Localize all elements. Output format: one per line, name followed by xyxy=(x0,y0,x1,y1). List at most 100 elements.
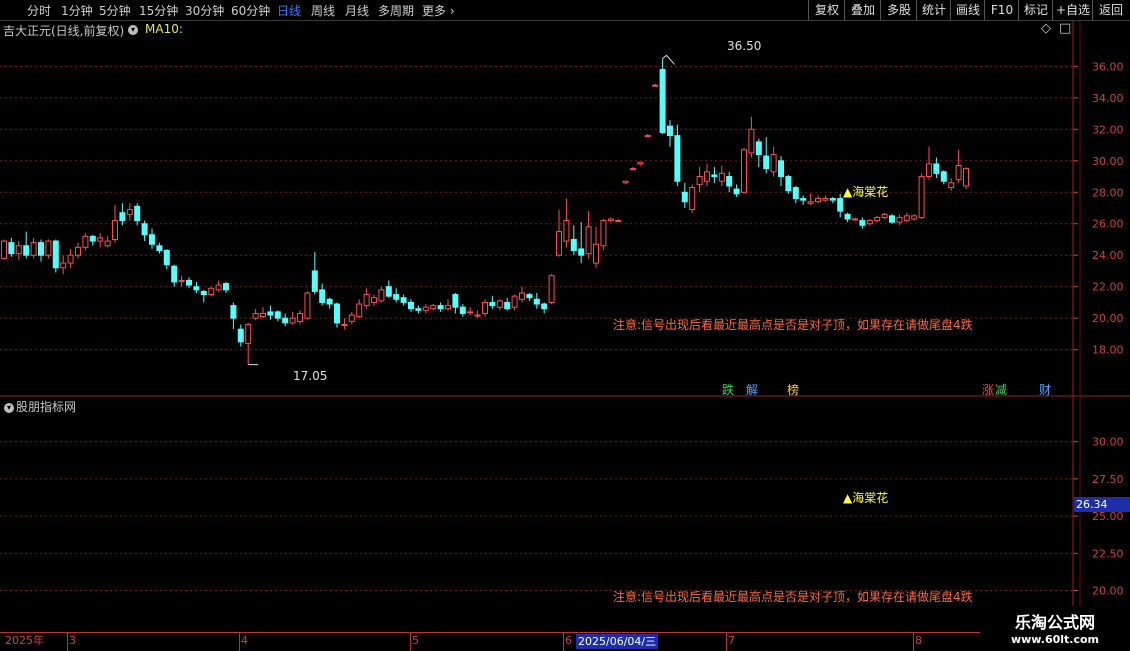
candle[interactable] xyxy=(593,226,599,268)
candle[interactable] xyxy=(955,149,962,183)
candle[interactable] xyxy=(134,203,141,226)
candle[interactable] xyxy=(541,302,548,314)
candle[interactable] xyxy=(778,156,784,186)
candle[interactable] xyxy=(260,307,266,319)
f10-button[interactable]: F10 xyxy=(984,0,1019,20)
candle[interactable] xyxy=(482,299,488,317)
candle[interactable] xyxy=(637,161,644,166)
candle[interactable] xyxy=(89,234,96,246)
candle[interactable] xyxy=(82,233,89,251)
candle[interactable] xyxy=(45,239,52,259)
multi-stock-button[interactable]: 多股 xyxy=(880,0,917,20)
candle[interactable] xyxy=(837,193,844,218)
candle[interactable] xyxy=(237,324,244,347)
candle[interactable] xyxy=(230,302,237,330)
candle[interactable] xyxy=(903,212,910,223)
candle[interactable] xyxy=(755,138,762,168)
candle[interactable] xyxy=(385,280,392,298)
candle[interactable] xyxy=(141,220,148,242)
candle[interactable] xyxy=(496,299,503,311)
candle[interactable] xyxy=(156,242,163,254)
candle[interactable] xyxy=(356,299,363,319)
candle[interactable] xyxy=(15,241,22,260)
mark-button[interactable]: 标记 xyxy=(1018,0,1053,20)
candle[interactable] xyxy=(918,173,925,220)
candle[interactable] xyxy=(30,237,37,259)
candle[interactable] xyxy=(304,291,311,320)
candle[interactable] xyxy=(67,248,74,268)
marker-cai[interactable]: 财 xyxy=(1039,381,1051,398)
candle[interactable] xyxy=(563,198,570,248)
fuquan-button[interactable]: 复权 xyxy=(808,0,845,20)
candle[interactable] xyxy=(282,313,289,327)
candle[interactable] xyxy=(578,222,585,264)
candle[interactable] xyxy=(415,305,422,314)
back-button[interactable]: 返回 xyxy=(1092,0,1129,20)
candle[interactable] xyxy=(881,212,888,220)
candle[interactable] xyxy=(459,304,466,317)
candle[interactable] xyxy=(659,58,666,135)
tab-60min[interactable]: 60分钟 xyxy=(231,2,270,19)
candle[interactable] xyxy=(274,310,281,322)
tab-5min[interactable]: 5分钟 xyxy=(99,2,131,19)
candle[interactable] xyxy=(489,296,496,309)
candle[interactable] xyxy=(474,310,481,319)
candle[interactable] xyxy=(104,236,111,248)
candle[interactable] xyxy=(452,293,459,314)
candle[interactable] xyxy=(852,217,858,221)
candle[interactable] xyxy=(844,212,851,223)
candle[interactable] xyxy=(119,203,126,226)
candle[interactable] xyxy=(23,231,30,259)
candle[interactable] xyxy=(519,286,525,303)
candle[interactable] xyxy=(615,219,622,223)
candle[interactable] xyxy=(733,184,740,197)
candle[interactable] xyxy=(681,182,688,208)
stats-button[interactable]: 统计 xyxy=(916,0,951,20)
candle[interactable] xyxy=(533,293,540,309)
candle[interactable] xyxy=(311,252,318,295)
candle[interactable] xyxy=(815,195,821,204)
candle[interactable] xyxy=(696,167,703,193)
candle[interactable] xyxy=(622,180,629,185)
candle[interactable] xyxy=(97,233,104,248)
candle[interactable] xyxy=(334,302,340,328)
candle[interactable] xyxy=(933,157,940,179)
candle[interactable] xyxy=(763,137,770,174)
candle[interactable] xyxy=(726,171,733,193)
candle[interactable] xyxy=(297,310,303,325)
candle[interactable] xyxy=(163,248,170,270)
candle[interactable] xyxy=(866,219,873,226)
candle[interactable] xyxy=(430,304,437,311)
candle[interactable] xyxy=(363,288,370,309)
candle[interactable] xyxy=(585,211,592,259)
candle[interactable] xyxy=(644,134,651,138)
tab-monthly[interactable]: 月线 xyxy=(345,2,369,19)
candle[interactable] xyxy=(511,294,518,311)
candle[interactable] xyxy=(748,116,755,158)
candle[interactable] xyxy=(215,280,222,292)
candle[interactable] xyxy=(393,288,400,303)
candle[interactable] xyxy=(245,322,252,365)
tab-weekly[interactable]: 周线 xyxy=(311,2,335,19)
candle[interactable] xyxy=(800,195,807,205)
candle[interactable] xyxy=(829,196,836,204)
candle[interactable] xyxy=(252,308,259,320)
candle[interactable] xyxy=(126,203,133,221)
candle[interactable] xyxy=(607,217,614,223)
candle[interactable] xyxy=(667,119,673,147)
tab-daily[interactable]: 日线 xyxy=(277,2,301,19)
candle[interactable] xyxy=(400,294,407,306)
candle[interactable] xyxy=(600,219,607,251)
candle[interactable] xyxy=(408,299,414,312)
candle[interactable] xyxy=(171,264,178,287)
candle[interactable] xyxy=(267,305,274,320)
candle[interactable] xyxy=(75,242,81,259)
candle[interactable] xyxy=(504,297,511,311)
candle[interactable] xyxy=(889,214,895,224)
candle[interactable] xyxy=(948,178,955,191)
candle[interactable] xyxy=(112,204,118,243)
candle[interactable] xyxy=(200,289,207,303)
candle[interactable] xyxy=(289,311,296,325)
candle[interactable] xyxy=(422,304,429,314)
tab-multi-period[interactable]: 多周期 xyxy=(378,2,414,19)
